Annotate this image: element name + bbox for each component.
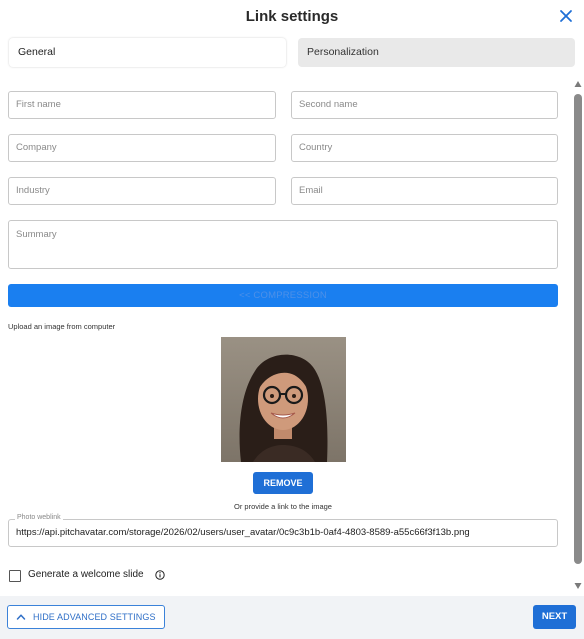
chevron-up-icon	[16, 614, 26, 620]
hide-advanced-settings-button[interactable]: HIDE ADVANCED SETTINGS	[7, 605, 165, 629]
dialog-footer: HIDE ADVANCED SETTINGS NEXT	[0, 596, 584, 639]
close-icon	[560, 10, 572, 22]
email-input[interactable]: Email	[291, 177, 558, 205]
compression-button[interactable]: << COMPRESSION	[8, 284, 558, 307]
welcome-slide-label[interactable]: Generate a welcome slide	[28, 569, 144, 580]
image-link-note: Or provide a link to the image	[234, 502, 332, 511]
link-settings-dialog: Link settings General Personalization Fi…	[0, 0, 584, 639]
dialog-title: Link settings	[245, 8, 339, 25]
scrollbar-thumb[interactable]	[574, 94, 582, 564]
avatar-portrait-image	[221, 337, 346, 462]
photo-weblink-value[interactable]: https://api.pitchavatar.com/storage/2026…	[16, 520, 470, 546]
settings-scroll-area: First name Second name Company Country I…	[0, 78, 572, 596]
remove-image-button[interactable]: REMOVE	[253, 472, 313, 494]
photo-weblink-field[interactable]: Photo weblink https://api.pitchavatar.co…	[8, 514, 558, 547]
company-input[interactable]: Company	[8, 134, 276, 162]
scroll-down-icon[interactable]	[574, 582, 582, 590]
welcome-slide-checkbox[interactable]	[9, 570, 21, 582]
vertical-scrollbar[interactable]	[574, 80, 582, 592]
first-name-input[interactable]: First name	[8, 91, 276, 119]
close-button[interactable]	[558, 8, 574, 24]
avatar-photo	[221, 337, 346, 462]
country-input[interactable]: Country	[291, 134, 558, 162]
industry-input[interactable]: Industry	[8, 177, 276, 205]
scroll-up-icon[interactable]	[574, 80, 582, 88]
summary-textarea[interactable]: Summary	[8, 220, 558, 269]
tab-general[interactable]: General	[9, 38, 286, 67]
second-name-input[interactable]: Second name	[291, 91, 558, 119]
next-button[interactable]: NEXT	[533, 605, 576, 629]
hide-advanced-settings-label: HIDE ADVANCED SETTINGS	[33, 612, 156, 622]
info-icon[interactable]	[155, 570, 165, 580]
tab-personalization[interactable]: Personalization	[298, 38, 575, 67]
upload-label: Upload an image from computer	[8, 322, 116, 331]
